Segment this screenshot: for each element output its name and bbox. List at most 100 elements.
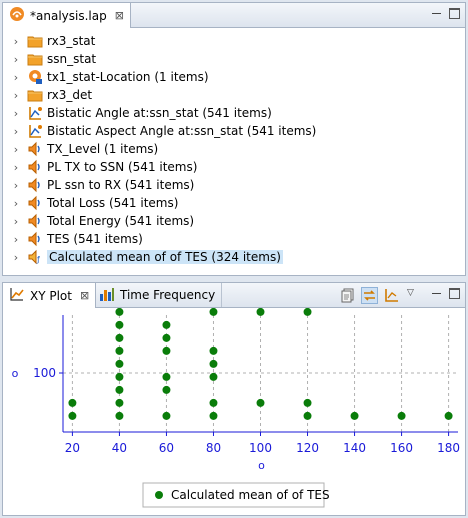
tree-item[interactable]: › tx1_stat-Location (1 items) <box>11 68 209 86</box>
sync-icon[interactable] <box>361 287 378 304</box>
maximize-button[interactable] <box>449 288 460 299</box>
expand-chevron-icon[interactable]: › <box>11 35 21 48</box>
expand-chevron-icon[interactable]: › <box>11 251 21 264</box>
x-tick-label: 40 <box>112 441 127 455</box>
speaker-icon <box>27 195 43 211</box>
tree-item[interactable]: › Bistatic Aspect Angle at:ssn_stat (541 … <box>11 122 317 140</box>
data-point <box>209 372 218 381</box>
tree-item[interactable]: › rx3_det <box>11 86 92 104</box>
x-tick-label: 180 <box>437 441 460 455</box>
x-axis-label: o <box>258 459 265 472</box>
data-point <box>209 398 218 407</box>
location-dataset-icon <box>27 69 43 85</box>
data-point <box>162 333 171 342</box>
top-tabbar: *analysis.lap ⊠ <box>3 3 465 28</box>
tree-item[interactable]: › Bistatic Angle at:ssn_stat (541 items) <box>11 104 272 122</box>
time-frequency-icon <box>99 286 115 305</box>
tree-item[interactable]: › PL TX to SSN (541 items) <box>11 158 197 176</box>
legend-marker <box>155 491 163 499</box>
data-point <box>209 346 218 355</box>
expand-chevron-icon[interactable]: › <box>11 161 21 174</box>
tree-item-label: TES (541 items) <box>47 232 143 246</box>
data-point <box>209 411 218 420</box>
tab-analysis-label: *analysis.lap <box>30 8 107 23</box>
tree-item[interactable]: › ƒ Calculated mean of of TES (324 items) <box>11 248 283 266</box>
expand-chevron-icon[interactable]: › <box>11 125 21 138</box>
data-point <box>162 320 171 329</box>
data-point <box>209 359 218 368</box>
folder-icon <box>27 51 43 67</box>
tree-item[interactable]: › TES (541 items) <box>11 230 143 248</box>
tab-analysis[interactable]: *analysis.lap ⊠ <box>3 3 131 28</box>
x-tick-label: 20 <box>65 441 80 455</box>
tab-xy-plot-label: XY Plot <box>30 288 72 303</box>
tree-item[interactable]: › TX_Level (1 items) <box>11 140 158 158</box>
tree-item[interactable]: › ssn_stat <box>11 50 96 68</box>
data-point <box>162 411 171 420</box>
copy-icon[interactable] <box>339 287 356 304</box>
minimize-button[interactable] <box>431 8 442 19</box>
data-point <box>162 372 171 381</box>
bistatic-icon <box>27 123 43 139</box>
tree-item[interactable]: › Total Energy (541 items) <box>11 212 194 230</box>
tree-item-label: tx1_stat-Location (1 items) <box>47 70 209 84</box>
legend-label: Calculated mean of of TES <box>171 488 330 502</box>
expand-chevron-icon[interactable]: › <box>11 107 21 120</box>
dataset-tree: › rx3_stat › ssn_stat › tx1_stat-Location (1 … <box>3 29 465 275</box>
xy-plot-icon <box>9 286 25 305</box>
maximize-button[interactable] <box>449 8 460 19</box>
tree-item-label: Bistatic Angle at:ssn_stat (541 items) <box>47 106 272 120</box>
expand-chevron-icon[interactable]: › <box>11 233 21 246</box>
tree-item-label: PL TX to SSN (541 items) <box>47 160 198 174</box>
data-point <box>397 411 406 420</box>
x-tick-label: 140 <box>343 441 366 455</box>
data-point <box>115 372 124 381</box>
data-point <box>115 333 124 342</box>
data-point <box>115 308 124 316</box>
expand-chevron-icon[interactable]: › <box>11 215 21 228</box>
analysis-view: *analysis.lap ⊠ › rx3_stat › ssn_stat › tx1_s… <box>2 2 466 276</box>
expand-chevron-icon[interactable]: › <box>11 71 21 84</box>
speaker-icon <box>27 177 43 193</box>
tree-item-label: PL ssn to RX (541 items) <box>47 178 195 192</box>
data-point <box>115 398 124 407</box>
tab-time-frequency-label: Time Frequency <box>120 288 216 302</box>
tree-item-label: Calculated mean of of TES (324 items) <box>47 250 283 264</box>
expand-chevron-icon[interactable]: › <box>11 89 21 102</box>
folder-icon <box>27 87 43 103</box>
expand-chevron-icon[interactable]: › <box>11 179 21 192</box>
plot-mode-icon[interactable] <box>383 287 400 304</box>
data-point <box>303 411 312 420</box>
x-tick-label: 160 <box>390 441 413 455</box>
tree-item[interactable]: › PL ssn to RX (541 items) <box>11 176 194 194</box>
tab-xy-plot[interactable]: XY Plot ⊠ <box>3 283 97 308</box>
data-point <box>68 398 77 407</box>
data-point <box>162 346 171 355</box>
y-tick-label: 100 <box>33 366 56 380</box>
calculated-icon: ƒ <box>27 249 43 265</box>
close-icon[interactable]: ⊠ <box>80 289 89 302</box>
expand-chevron-icon[interactable]: › <box>11 53 21 66</box>
bistatic-icon <box>27 105 43 121</box>
y-axis-label: o <box>12 367 19 380</box>
tree-item-label: Total Loss (541 items) <box>47 196 179 210</box>
x-tick-label: 60 <box>159 441 174 455</box>
view-menu-icon[interactable]: ▽ <box>407 288 414 298</box>
analysis-file-icon <box>9 6 25 25</box>
svg-text:ƒ: ƒ <box>36 255 40 264</box>
tree-item[interactable]: › rx3_stat <box>11 32 96 50</box>
tree-item-label: TX_Level (1 items) <box>47 142 159 156</box>
tree-item-label: rx3_stat <box>47 34 96 48</box>
tree-item-label: rx3_det <box>47 88 93 102</box>
data-point <box>350 411 359 420</box>
tree-item-label: Bistatic Aspect Angle at:ssn_stat (541 i… <box>47 124 317 138</box>
tree-item-label: Total Energy (541 items) <box>47 214 195 228</box>
tree-item[interactable]: › Total Loss (541 items) <box>11 194 178 212</box>
expand-chevron-icon[interactable]: › <box>11 143 21 156</box>
data-point <box>115 359 124 368</box>
close-icon[interactable]: ⊠ <box>115 9 124 22</box>
tab-time-frequency[interactable]: Time Frequency <box>93 283 223 307</box>
minimize-button[interactable] <box>431 288 442 299</box>
expand-chevron-icon[interactable]: › <box>11 197 21 210</box>
data-point <box>162 385 171 394</box>
